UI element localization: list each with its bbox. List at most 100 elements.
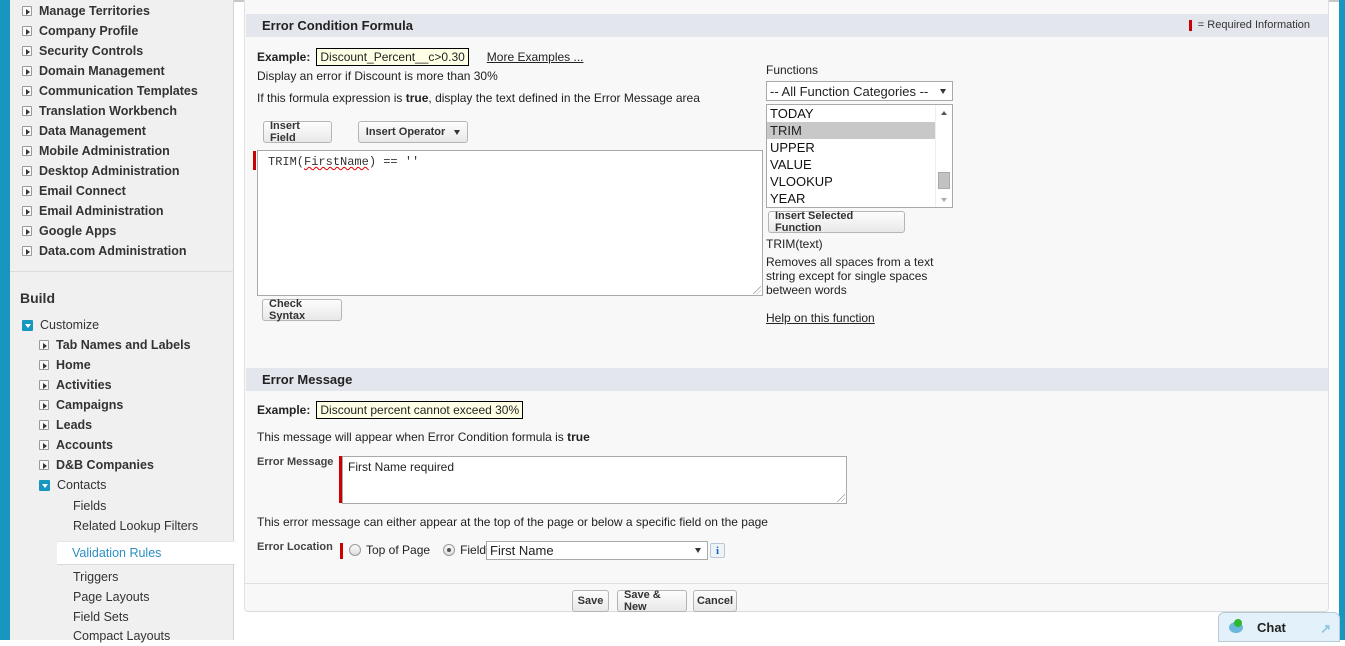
info-icon[interactable]: i <box>710 543 725 558</box>
sidebar-item-label: Tab Names and Labels <box>56 338 191 352</box>
save-and-new-button[interactable]: Save & New <box>617 589 687 613</box>
expand-icon[interactable] <box>22 26 32 36</box>
sidebar-item-label: Leads <box>56 418 93 432</box>
expand-icon[interactable] <box>39 400 49 410</box>
sidebar-item-label: Translation Workbench <box>39 104 177 118</box>
sidebar-item[interactable]: Campaigns <box>39 395 123 415</box>
sidebar-item[interactable]: D&B Companies <box>39 455 154 475</box>
expand-icon[interactable] <box>22 206 32 216</box>
function-option[interactable]: YEAR <box>767 190 935 207</box>
resize-handle[interactable] <box>753 286 761 294</box>
expand-icon[interactable] <box>22 146 32 156</box>
function-option[interactable]: VLOOKUP <box>767 173 935 190</box>
sidebar-item[interactable]: Accounts <box>39 435 113 455</box>
expand-icon[interactable] <box>39 420 49 430</box>
more-examples-link[interactable]: More Examples ... <box>487 50 584 64</box>
required-marker <box>253 151 256 170</box>
sidebar-item[interactable]: Activities <box>39 375 112 395</box>
cancel-button[interactable]: Cancel <box>693 590 737 612</box>
expand-icon[interactable] <box>22 106 32 116</box>
sidebar-item[interactable]: Email Administration <box>22 201 164 221</box>
functions-label: Functions <box>766 63 819 77</box>
expanded-icon[interactable] <box>39 479 50 491</box>
sidebar-subitem[interactable]: Field Sets <box>73 607 129 627</box>
expand-icon[interactable] <box>22 86 32 96</box>
sidebar-item[interactable]: Security Controls <box>22 41 143 61</box>
button-label: Insert Operator <box>365 126 446 138</box>
function-option[interactable]: UPPER <box>767 139 935 156</box>
sidebar-item-label: Mobile Administration <box>39 144 170 158</box>
expand-icon[interactable] <box>39 360 49 370</box>
scroll-thumb[interactable] <box>938 172 950 189</box>
expand-icon[interactable] <box>22 6 32 16</box>
sidebar-item[interactable]: Communication Templates <box>22 81 198 101</box>
function-option[interactable]: TRIM <box>767 122 935 139</box>
error-field-select[interactable]: First Name <box>486 541 708 560</box>
sidebar-item[interactable]: Data.com Administration <box>22 241 186 261</box>
insert-field-button[interactable]: Insert Field <box>263 120 332 144</box>
formula-editor[interactable]: TRIM(FirstName) == '' <box>257 150 763 296</box>
function-category-select[interactable]: -- All Function Categories -- <box>766 81 953 101</box>
chat-widget[interactable]: Chat ↗ <box>1218 612 1340 642</box>
function-option[interactable]: VALUE <box>767 156 935 173</box>
function-description: Removes all spaces from a text string ex… <box>766 255 934 297</box>
sidebar-item[interactable]: Leads <box>39 415 92 435</box>
sidebar-item[interactable]: Tab Names and Labels <box>39 335 191 355</box>
expand-icon[interactable] <box>22 126 32 136</box>
function-listbox[interactable]: TODAY TRIM UPPER VALUE VLOOKUP YEAR <box>766 104 953 208</box>
sidebar-item[interactable]: Home <box>39 355 91 375</box>
footer-divider <box>245 583 1328 584</box>
radio-field[interactable] <box>443 544 456 556</box>
insert-operator-button[interactable]: Insert Operator <box>358 121 468 143</box>
sidebar-item[interactable]: Google Apps <box>22 221 116 241</box>
expand-icon[interactable] <box>22 166 32 176</box>
hint-text: This message will appear when Error Cond… <box>257 430 568 444</box>
error-message-input[interactable]: First Name required <box>342 456 847 504</box>
expand-icon[interactable] <box>39 340 49 350</box>
message-section-header: Error Message <box>246 368 1328 391</box>
expand-icon[interactable] <box>22 186 32 196</box>
formula-text: ) == '' <box>368 155 420 169</box>
listbox-scrollbar[interactable] <box>935 105 952 207</box>
sidebar-subitem[interactable]: Page Layouts <box>73 587 149 607</box>
sidebar-item[interactable]: Email Connect <box>22 181 126 201</box>
radio-label-field[interactable]: Field <box>460 543 486 557</box>
sidebar-subitem[interactable]: Triggers <box>73 567 118 587</box>
sidebar-divider <box>10 271 234 272</box>
sidebar-item[interactable]: Domain Management <box>22 61 165 81</box>
sidebar-subitem[interactable]: Compact Layouts <box>73 626 170 646</box>
resize-handle[interactable] <box>837 494 845 502</box>
sidebar-item[interactable]: Company Profile <box>22 21 138 41</box>
sidebar-item-selected[interactable]: Validation Rules <box>57 541 235 565</box>
expand-icon[interactable] <box>22 66 32 76</box>
sidebar-item[interactable]: Data Management <box>22 121 146 141</box>
expand-icon[interactable] <box>39 380 49 390</box>
sidebar-subitem[interactable]: Related Lookup Filters <box>73 516 198 536</box>
sidebar-item-contacts[interactable]: Contacts <box>39 475 106 495</box>
scroll-down-icon[interactable] <box>941 198 947 202</box>
insert-selected-function-button[interactable]: Insert Selected Function <box>768 210 905 234</box>
function-option[interactable]: TODAY <box>767 105 935 122</box>
expanded-icon[interactable] <box>22 319 33 331</box>
scroll-up-icon[interactable] <box>941 111 947 115</box>
expand-icon[interactable] <box>22 46 32 56</box>
check-syntax-button[interactable]: Check Syntax <box>262 298 342 322</box>
sidebar-item[interactable]: Desktop Administration <box>22 161 180 181</box>
sidebar-item[interactable]: Manage Territories <box>22 1 150 21</box>
expand-icon[interactable] <box>39 440 49 450</box>
sidebar-item-customize[interactable]: Customize <box>22 315 99 335</box>
dropdown-caret-icon <box>940 89 946 94</box>
sidebar-subitem[interactable]: Fields <box>73 496 106 516</box>
radio-top-of-page[interactable] <box>349 544 361 556</box>
expand-arrow-icon[interactable]: ↗ <box>1320 621 1331 637</box>
help-on-function-link[interactable]: Help on this function <box>766 311 875 325</box>
radio-label-top-of-page[interactable]: Top of Page <box>366 543 430 557</box>
expand-icon[interactable] <box>22 226 32 236</box>
example-label: Example: <box>257 50 311 64</box>
save-button[interactable]: Save <box>572 590 609 612</box>
expand-icon[interactable] <box>22 246 32 256</box>
required-info-legend: = Required Information <box>1188 19 1310 31</box>
expand-icon[interactable] <box>39 460 49 470</box>
sidebar-item[interactable]: Translation Workbench <box>22 101 177 121</box>
sidebar-item[interactable]: Mobile Administration <box>22 141 170 161</box>
